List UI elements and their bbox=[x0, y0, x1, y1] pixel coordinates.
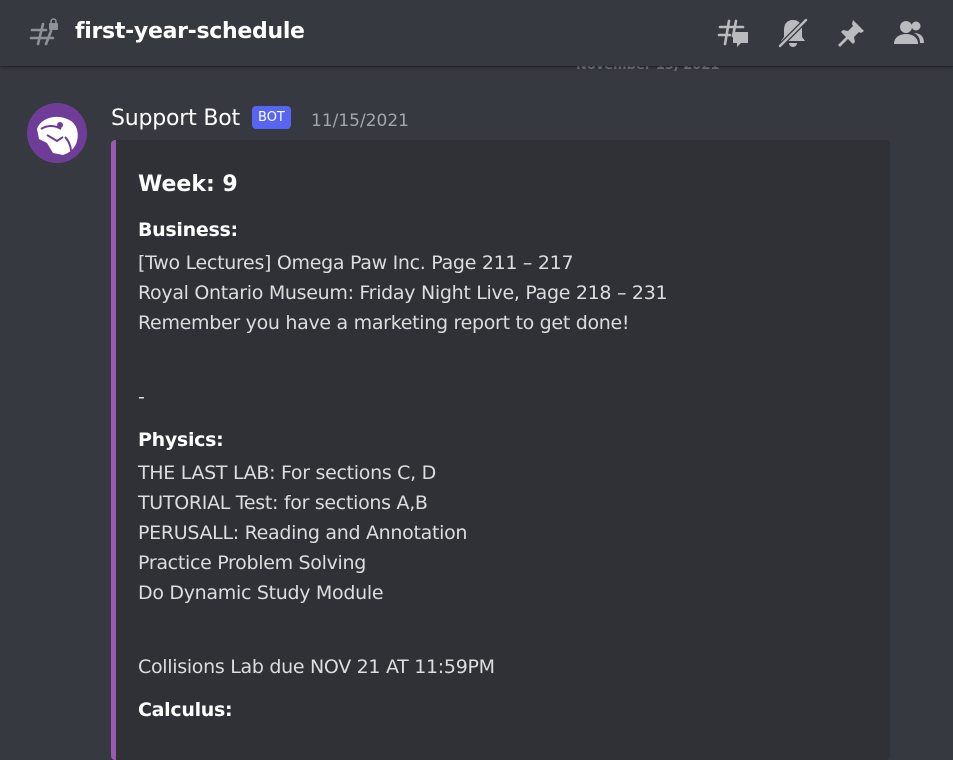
text-channel-locked-icon bbox=[29, 18, 58, 46]
channel-name: first-year-schedule bbox=[75, 19, 305, 44]
physics-line: THE LAST LAB: For sections C, D bbox=[138, 462, 436, 484]
physics-due-line: Collisions Lab due NOV 21 AT 11:59PM bbox=[138, 656, 495, 678]
bot-avatar-icon bbox=[27, 103, 87, 163]
separator: - bbox=[138, 386, 145, 408]
embed-title: Week: 9 bbox=[138, 172, 238, 197]
business-line: [Two Lectures] Omega Paw Inc. Page 211 –… bbox=[138, 252, 574, 274]
message-timestamp[interactable]: 11/15/2021 bbox=[311, 109, 409, 133]
threads-icon[interactable] bbox=[716, 16, 750, 50]
bot-tag: BOT bbox=[252, 106, 291, 129]
physics-line: PERUSALL: Reading and Annotation bbox=[138, 522, 468, 544]
physics-line: Do Dynamic Study Module bbox=[138, 582, 384, 604]
physics-heading: Physics: bbox=[138, 429, 224, 451]
business-heading: Business: bbox=[138, 219, 238, 241]
pin-icon[interactable] bbox=[834, 16, 868, 50]
avatar[interactable] bbox=[27, 103, 87, 163]
business-line: Royal Ontario Museum: Friday Night Live,… bbox=[138, 282, 668, 304]
calculus-heading: Calculus: bbox=[138, 699, 233, 721]
physics-line: TUTORIAL Test: for sections A,B bbox=[138, 492, 428, 514]
physics-line: Practice Problem Solving bbox=[138, 552, 367, 574]
username[interactable]: Support Bot bbox=[111, 104, 240, 134]
bell-slash-icon[interactable] bbox=[776, 16, 810, 50]
channel-header: first-year-schedule bbox=[0, 0, 953, 66]
business-line: Remember you have a marketing report to … bbox=[138, 312, 630, 334]
member-list-icon[interactable] bbox=[892, 16, 926, 50]
